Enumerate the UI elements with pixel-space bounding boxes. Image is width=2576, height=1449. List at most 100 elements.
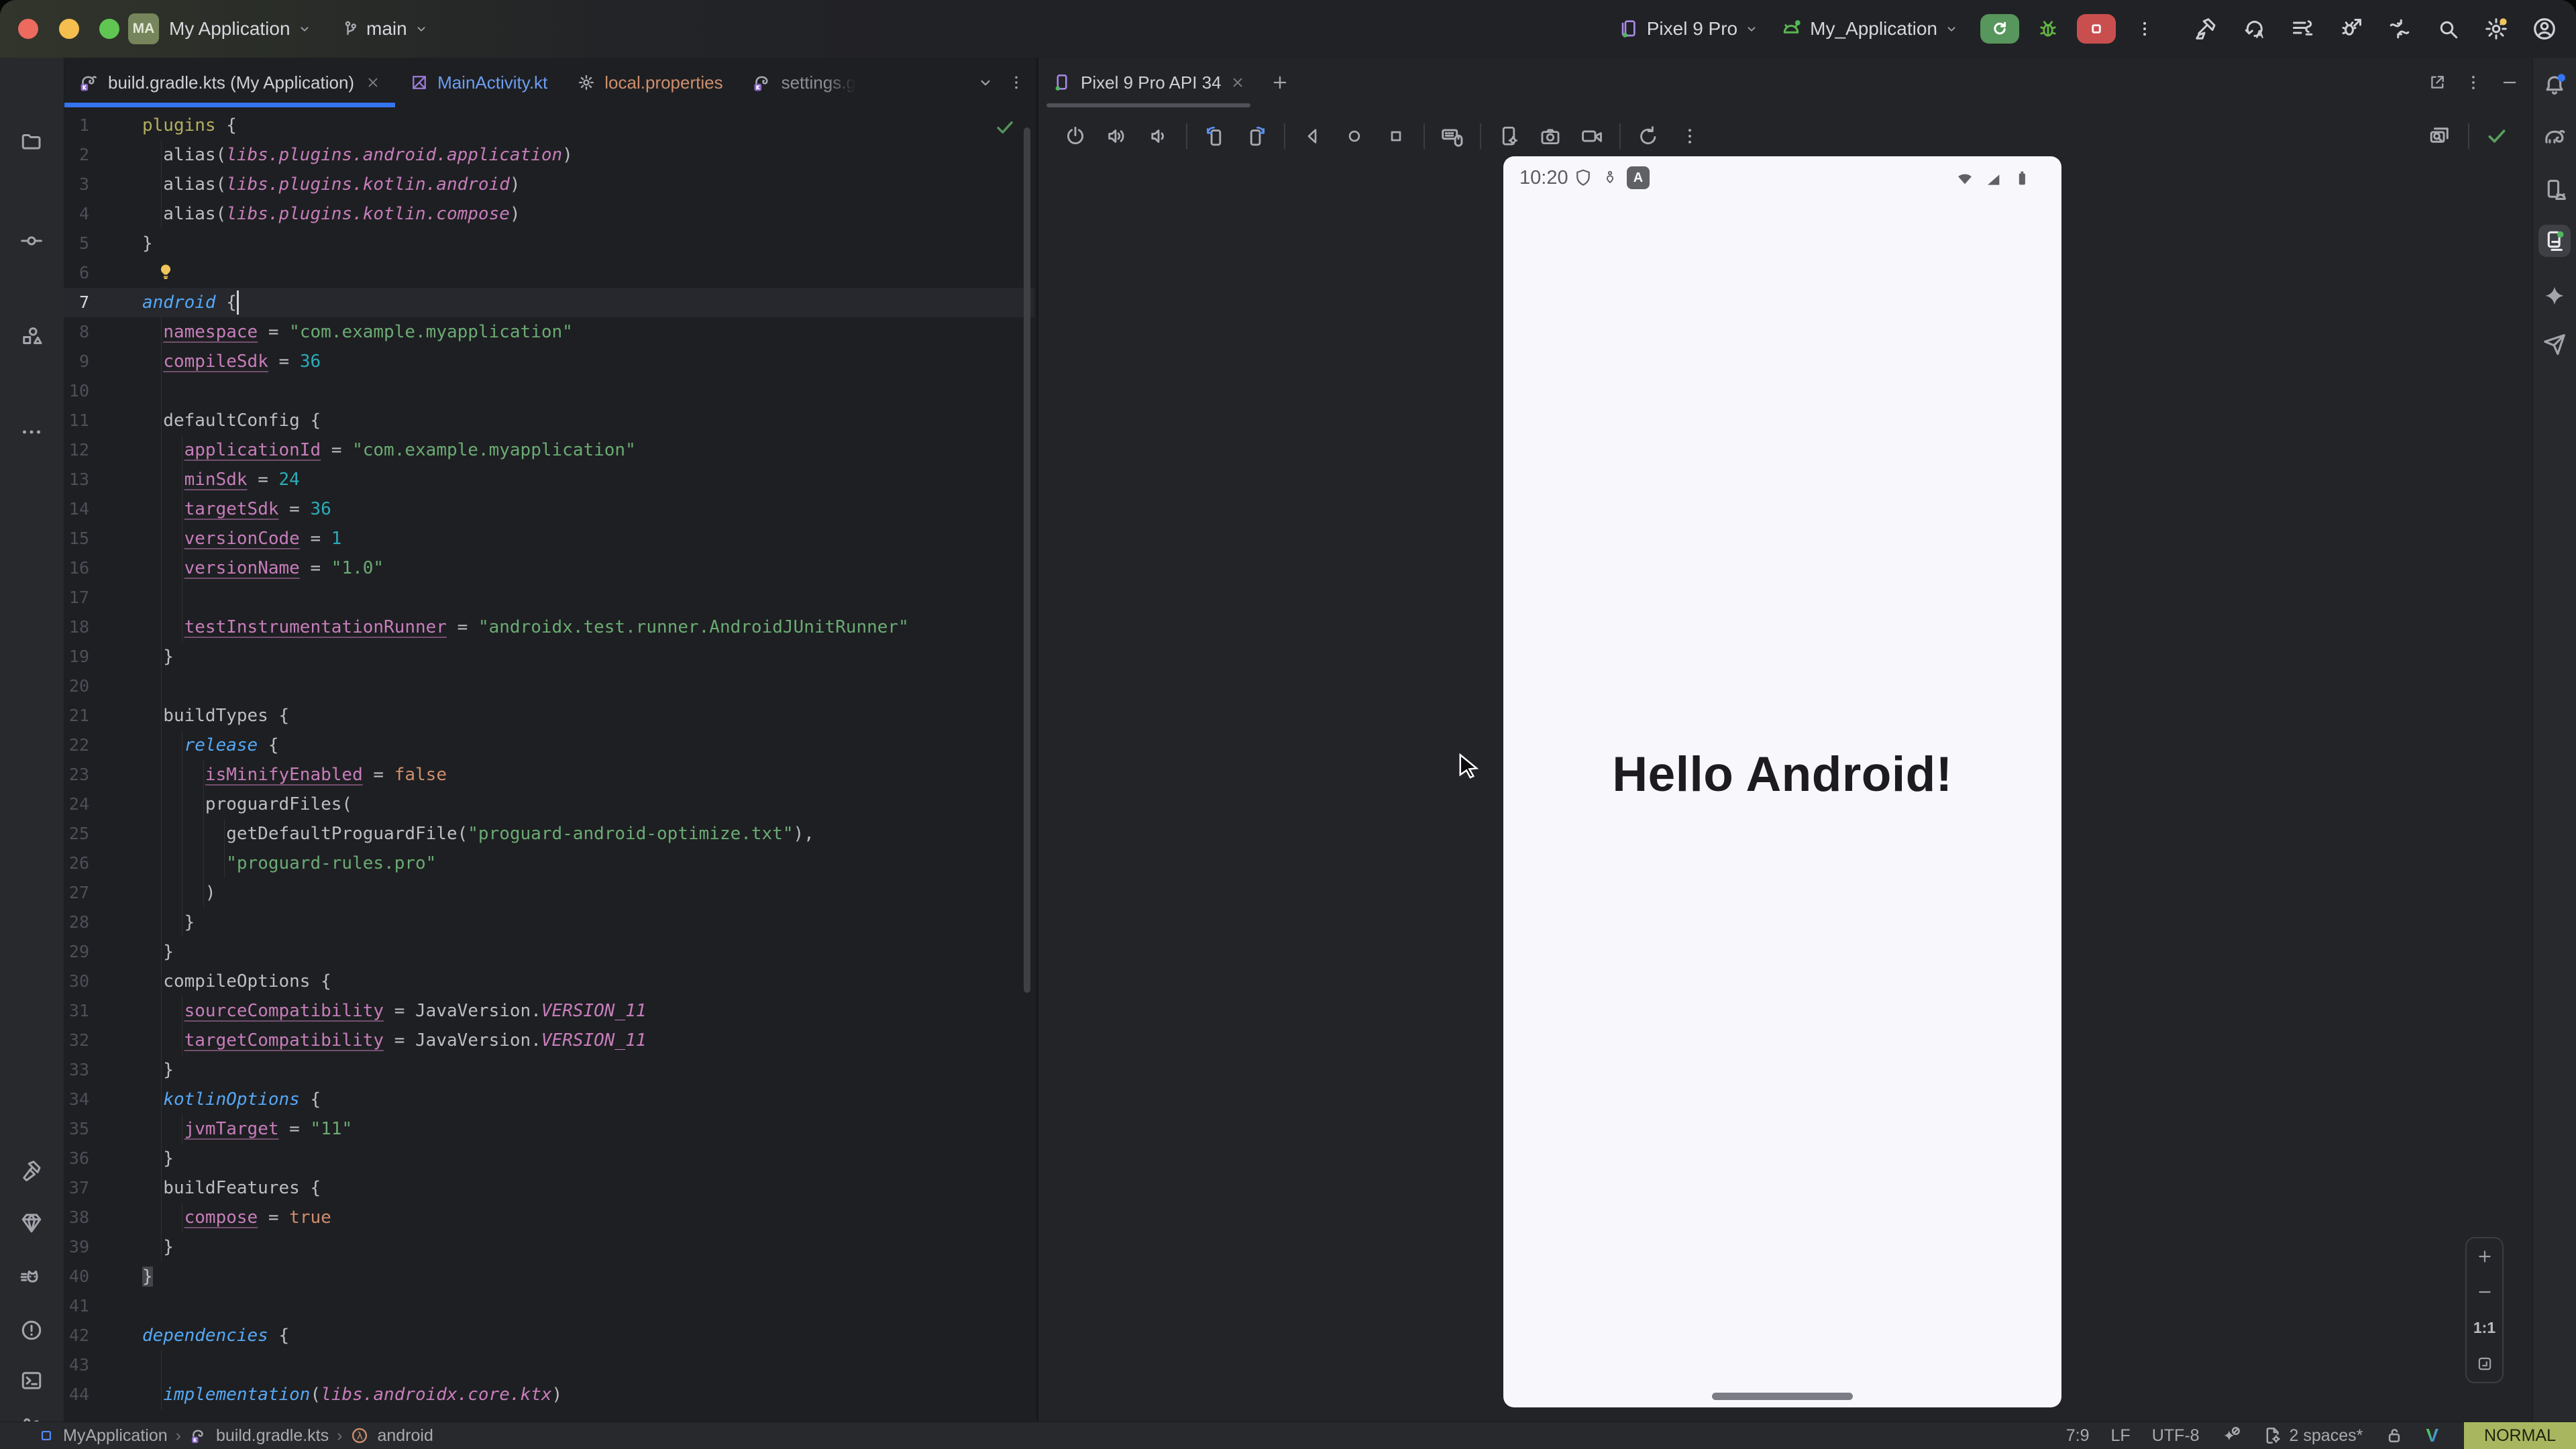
- intention-lightbulb-icon[interactable]: [156, 262, 175, 281]
- file-encoding[interactable]: UTF-8: [2152, 1426, 2200, 1446]
- code-line[interactable]: 40}: [64, 1262, 1034, 1291]
- hardware-input-button[interactable]: [1434, 118, 1470, 154]
- back-button[interactable]: [1295, 118, 1331, 154]
- gesture-navigation-pill[interactable]: [1712, 1393, 1853, 1400]
- branch-widget[interactable]: main: [341, 0, 429, 58]
- sidebar-item-commit[interactable]: [15, 225, 48, 257]
- code-line[interactable]: 29 }: [64, 937, 1034, 967]
- code-line[interactable]: 43: [64, 1350, 1034, 1380]
- breadcrumb-item[interactable]: android: [377, 1426, 433, 1446]
- code-line[interactable]: 17: [64, 583, 1034, 612]
- code-line[interactable]: 13 minSdk = 24: [64, 465, 1034, 494]
- device-settings-button[interactable]: [1491, 118, 1527, 154]
- volume-up-button[interactable]: [1099, 118, 1135, 154]
- build-button[interactable]: [2187, 9, 2226, 48]
- sidebar-item-logcat[interactable]: [15, 1263, 48, 1295]
- sidebar-item-gradle[interactable]: [2538, 121, 2571, 154]
- ui-check-icon[interactable]: [2428, 124, 2452, 148]
- power-button[interactable]: [1057, 118, 1093, 154]
- tab-pixel-9-pro-api-34[interactable]: Pixel 9 Pro API 34: [1038, 58, 1258, 107]
- sync-gradle-button[interactable]: [2380, 9, 2419, 48]
- code-line[interactable]: 2 alias(libs.plugins.android.application…: [64, 140, 1034, 170]
- volume-down-button[interactable]: [1140, 118, 1177, 154]
- code-line[interactable]: 5}: [64, 229, 1034, 258]
- code-line[interactable]: 20: [64, 672, 1034, 701]
- zoom-in-icon[interactable]: [2476, 1248, 2493, 1265]
- editor-options-kebab-icon[interactable]: [1008, 74, 1025, 91]
- code-line[interactable]: 4 alias(libs.plugins.kotlin.compose): [64, 199, 1034, 229]
- code-line[interactable]: 16 versionName = "1.0": [64, 553, 1034, 583]
- attach-debugger-button[interactable]: [2332, 9, 2371, 48]
- add-device-tab-icon[interactable]: [1271, 73, 1289, 92]
- code-line[interactable]: 28 }: [64, 908, 1034, 937]
- code-line[interactable]: 24 proguardFiles(: [64, 790, 1034, 819]
- code-line[interactable]: 19 }: [64, 642, 1034, 672]
- run-more-actions-button[interactable]: [2125, 9, 2164, 48]
- sidebar-item-resource-manager[interactable]: [15, 320, 48, 352]
- account-button[interactable]: [2525, 9, 2564, 48]
- screen-record-button[interactable]: [1574, 118, 1610, 154]
- settings-button[interactable]: [2477, 9, 2516, 48]
- apply-changes-button[interactable]: A: [2235, 9, 2274, 48]
- sidebar-item-device-manager[interactable]: [2538, 174, 2571, 206]
- profiler-button[interactable]: [2284, 9, 2322, 48]
- code-line[interactable]: 18 testInstrumentationRunner = "androidx…: [64, 612, 1034, 642]
- code-line[interactable]: 11 defaultConfig {: [64, 406, 1034, 435]
- sidebar-item-more-tools[interactable]: [15, 416, 48, 448]
- inspections-ok-check-icon[interactable]: [994, 117, 1016, 138]
- code-line[interactable]: 33 }: [64, 1055, 1034, 1085]
- tab-local-properties[interactable]: local.properties: [562, 58, 737, 107]
- breadcrumb-item[interactable]: build.gradle.kts: [216, 1426, 329, 1446]
- reset-button[interactable]: [1630, 118, 1666, 154]
- code-line[interactable]: 6: [64, 258, 1034, 288]
- tab-build-gradle-kts[interactable]: build.gradle.kts (My Application): [64, 58, 395, 107]
- sidebar-item-build[interactable]: [15, 1155, 48, 1187]
- stop-button[interactable]: [2077, 14, 2116, 44]
- screenshot-button[interactable]: [1532, 118, 1568, 154]
- search-button[interactable]: [2428, 9, 2467, 48]
- project-widget[interactable]: My Application: [169, 0, 312, 58]
- code-line[interactable]: 8 namespace = "com.example.myapplication…: [64, 317, 1034, 347]
- code-line[interactable]: 23 isMinifyEnabled = false: [64, 760, 1034, 790]
- tab-mainactivity-kt[interactable]: MainActivity.kt: [395, 58, 562, 107]
- code-line[interactable]: 15 versionCode = 1: [64, 524, 1034, 553]
- lock-open-icon[interactable]: [2384, 1426, 2404, 1446]
- home-button[interactable]: [1336, 118, 1373, 154]
- code-line[interactable]: 22 release {: [64, 731, 1034, 760]
- code-line[interactable]: 14 targetSdk = 36: [64, 494, 1034, 524]
- close-window-button[interactable]: [18, 19, 38, 39]
- hide-panel-icon[interactable]: [2500, 73, 2519, 92]
- sidebar-item-gemini[interactable]: [2538, 280, 2571, 313]
- sidebar-item-notifications[interactable]: [2538, 69, 2571, 101]
- sidebar-item-app-quality-insights[interactable]: [15, 1207, 48, 1239]
- code-line[interactable]: 41: [64, 1291, 1034, 1321]
- device-selector[interactable]: Pixel 9 Pro: [1619, 0, 1759, 58]
- code-line[interactable]: 37 buildFeatures {: [64, 1173, 1034, 1203]
- indent-widget[interactable]: 2 spaces*: [2263, 1426, 2363, 1446]
- breadcrumb-item[interactable]: MyApplication: [63, 1426, 168, 1446]
- sidebar-item-problems[interactable]: [15, 1314, 48, 1346]
- close-tab-icon[interactable]: [366, 75, 380, 90]
- code-line[interactable]: 25 getDefaultProguardFile("proguard-andr…: [64, 819, 1034, 849]
- sidebar-item-running-devices[interactable]: [2538, 225, 2571, 257]
- code-line[interactable]: 31 sourceCompatibility = JavaVersion.VER…: [64, 996, 1034, 1026]
- code-line[interactable]: 3 alias(libs.plugins.kotlin.android): [64, 170, 1034, 199]
- open-in-new-window-icon[interactable]: [2428, 73, 2447, 92]
- show-hidden-tabs-chevron-icon[interactable]: [977, 74, 994, 91]
- rotate-left-button[interactable]: [1197, 118, 1233, 154]
- ai-assist-disabled-icon[interactable]: [2221, 1426, 2241, 1446]
- rotate-right-button[interactable]: [1238, 118, 1275, 154]
- rerun-button[interactable]: [1980, 14, 2019, 44]
- sidebar-item-project[interactable]: [15, 126, 48, 158]
- tab-settings-gradle[interactable]: settings.g: [738, 58, 871, 107]
- code-line[interactable]: 12 applicationId = "com.example.myapplic…: [64, 435, 1034, 465]
- overview-button[interactable]: [1378, 118, 1414, 154]
- project-avatar[interactable]: MA: [128, 13, 159, 44]
- line-separator[interactable]: LF: [2111, 1426, 2131, 1446]
- ideavim-icon[interactable]: V: [2426, 1425, 2438, 1446]
- minimize-window-button[interactable]: [59, 19, 79, 39]
- code-line[interactable]: 10: [64, 376, 1034, 406]
- zoom-actual-size-button[interactable]: 1:1: [2473, 1319, 2496, 1337]
- debug-button[interactable]: [2029, 9, 2068, 48]
- emulator-screen[interactable]: 10:20 A Hello Android!: [1503, 156, 2061, 1407]
